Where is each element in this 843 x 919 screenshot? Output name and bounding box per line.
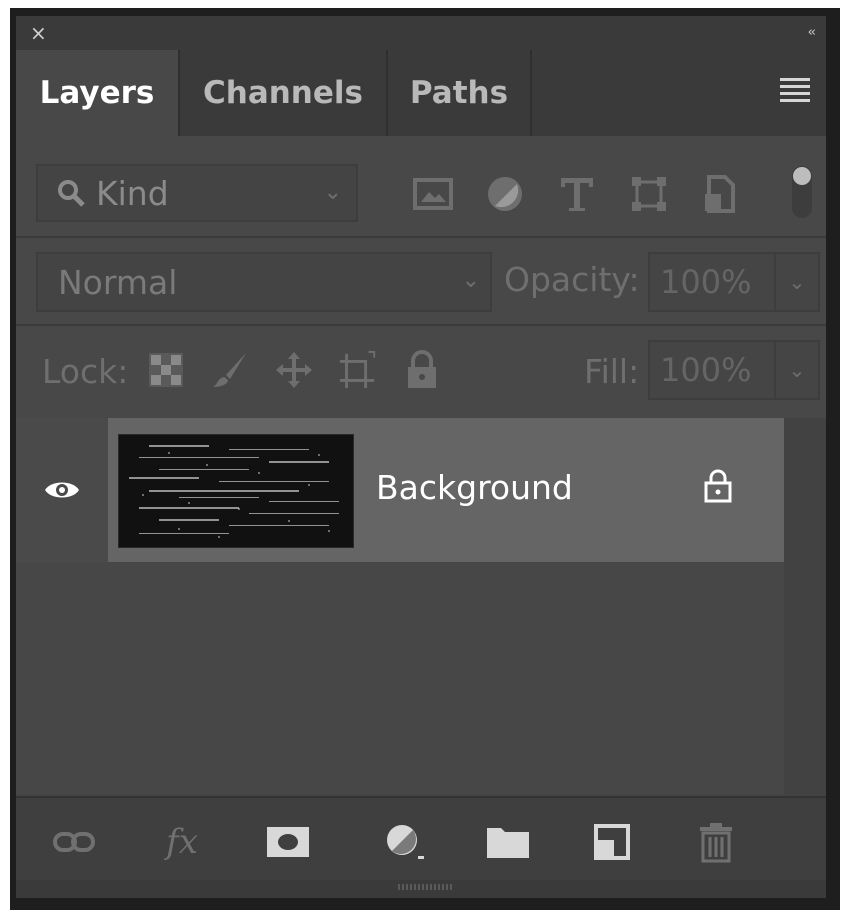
visibility-toggle[interactable] [16,418,108,562]
panel-menu-icon[interactable] [780,78,810,102]
adjustment-filter-icon[interactable] [483,172,527,216]
new-layer-icon[interactable] [584,820,640,864]
opacity-value: 100% [660,263,752,301]
fill-value: 100% [660,351,752,389]
blend-row: Normal ⌄ Opacity: 100% ⌄ [16,238,826,326]
lock-icon[interactable] [702,468,734,508]
image-filter-icon[interactable] [411,172,455,216]
adjustment-layer-icon[interactable] [376,820,432,864]
tab-bar: Layers Channels Paths [16,50,826,136]
chevron-down-icon[interactable]: ⌄ [774,254,818,310]
fx-label: fx [166,822,198,862]
lock-row: Lock: Fill: 100% ⌄ [16,326,826,418]
close-icon[interactable]: × [30,18,47,48]
fill-label: Fill: [584,352,640,391]
blend-mode-select[interactable]: Normal ⌄ [36,252,492,312]
lock-position-icon[interactable] [274,346,314,394]
layer-style-icon[interactable]: fx [154,820,210,864]
filter-toggle[interactable] [792,166,812,218]
layer-item-background[interactable]: Background [108,418,784,562]
lock-all-icon[interactable] [402,346,442,394]
eye-icon [45,482,79,498]
opacity-field[interactable]: 100% ⌄ [648,252,820,312]
layers-list: Background [16,418,826,794]
layer-mask-icon[interactable] [260,820,316,864]
grip-lines [398,884,454,890]
lock-label: Lock: [42,352,129,391]
opacity-label: Opacity: [504,260,640,299]
lock-artboard-icon[interactable] [338,346,378,394]
shape-filter-icon[interactable] [627,172,671,216]
filter-kind-label: Kind [96,173,169,213]
layer-thumbnail [118,434,354,548]
chevron-down-icon: ⌄ [323,180,342,205]
blend-mode-value: Normal [58,262,178,302]
lock-transparent-pixels-icon[interactable] [146,346,186,394]
layer-name: Background [376,468,573,507]
filter-row: Kind ⌄ [16,136,826,238]
collapse-icon[interactable]: ‹‹ [808,19,817,47]
group-folder-icon[interactable] [480,820,536,864]
chevron-down-icon[interactable]: ⌄ [774,342,818,398]
type-filter-icon[interactable] [555,172,599,216]
layer-row[interactable]: Background [16,418,784,562]
resize-grip[interactable] [16,880,826,898]
chevron-down-icon: ⌄ [461,268,480,293]
smart-object-filter-icon[interactable] [699,172,743,216]
panel-titlebar: × ‹‹ [16,16,826,50]
fill-field[interactable]: 100% ⌄ [648,340,820,400]
filter-icons [411,170,743,218]
search-icon [58,180,85,207]
tab-channels[interactable]: Channels [180,50,388,136]
panel-footer: fx [16,796,826,882]
tab-paths[interactable]: Paths [388,50,532,136]
delete-layer-icon[interactable] [688,820,744,864]
filter-kind-select[interactable]: Kind ⌄ [36,164,358,222]
link-layers-icon[interactable] [46,820,102,864]
tab-layers[interactable]: Layers [16,50,180,136]
scrollbar-track[interactable] [784,418,826,794]
lock-icons [146,346,442,394]
toggle-knob [793,167,811,185]
lock-image-pixels-icon[interactable] [210,346,250,394]
